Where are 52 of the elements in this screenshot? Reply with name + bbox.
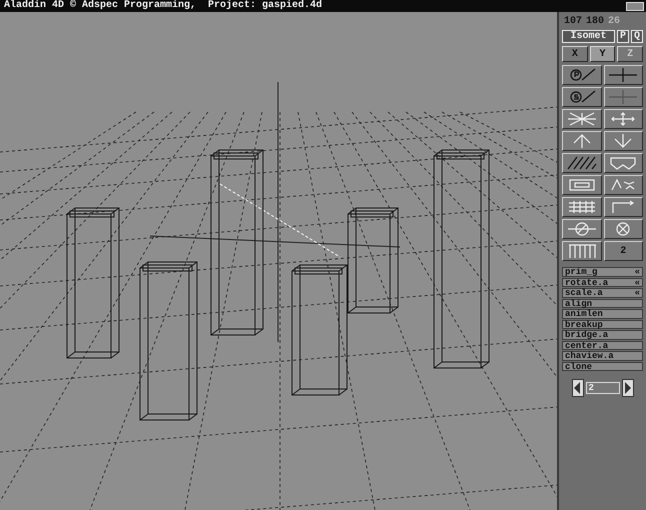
script-item[interactable]: rotate.a « xyxy=(562,278,643,287)
script-item[interactable]: clone xyxy=(562,362,643,371)
depth-gadget[interactable] xyxy=(626,2,644,10)
tool-button[interactable] xyxy=(562,87,602,107)
script-item[interactable]: animlen xyxy=(562,309,643,318)
counter-field[interactable]: 2 xyxy=(586,382,620,394)
view-button[interactable]: P xyxy=(616,30,629,43)
script-item[interactable]: bridge.a xyxy=(562,330,643,340)
previous-button[interactable] xyxy=(572,379,584,397)
tool-button[interactable] xyxy=(604,65,643,85)
goggles-icon xyxy=(608,156,638,170)
tool-button[interactable] xyxy=(562,65,602,85)
script-item[interactable]: align xyxy=(562,298,643,308)
script-item[interactable]: scale.a « xyxy=(562,288,643,298)
script-item[interactable]: prim_g « xyxy=(562,267,643,276)
tool-button[interactable] xyxy=(562,175,602,195)
tool-button[interactable] xyxy=(562,219,602,239)
tool-button[interactable] xyxy=(604,175,643,195)
tool-button[interactable] xyxy=(562,153,602,173)
wheel-icon xyxy=(566,222,597,236)
grid-icon xyxy=(566,200,597,214)
tool-button[interactable]: 2 xyxy=(604,241,643,261)
tool-button[interactable] xyxy=(562,241,602,261)
axis-button[interactable]: Y xyxy=(590,46,616,62)
frame-icon xyxy=(566,178,597,192)
next-button[interactable] xyxy=(622,379,634,397)
vertical-bars-icon xyxy=(566,244,597,258)
view-button[interactable]: Q xyxy=(630,30,643,43)
script-item[interactable]: chaview.a xyxy=(562,351,643,360)
coordinate-readout: 107 xyxy=(564,16,582,27)
left-triangle-icon xyxy=(574,382,581,394)
cross-lines-icon xyxy=(608,90,638,104)
tool-button[interactable] xyxy=(562,197,602,217)
script-item[interactable]: center.a xyxy=(562,340,643,350)
tool-button[interactable] xyxy=(604,109,643,129)
tool-button[interactable] xyxy=(604,87,643,107)
view-button[interactable]: Isomet xyxy=(562,30,615,43)
axis-button[interactable]: X xyxy=(562,46,588,62)
tool-button[interactable] xyxy=(604,197,643,217)
tool-button[interactable] xyxy=(562,109,602,129)
script-item[interactable]: breakup xyxy=(562,320,643,329)
tool-button[interactable] xyxy=(562,131,602,151)
crosshair-icon xyxy=(608,68,638,82)
window-title: Aladdin 4D © Adspec Programming, Project: gaspied.4d xyxy=(4,0,322,12)
hatch-icon xyxy=(566,156,597,170)
coordinate-readout: 26 xyxy=(608,16,620,27)
tool-button[interactable] xyxy=(604,219,643,239)
coordinate-readout: 180 xyxy=(586,16,604,27)
right-triangle-icon xyxy=(624,382,631,394)
tool-button[interactable] xyxy=(604,131,643,151)
tool-button[interactable] xyxy=(604,153,643,173)
starburst-icon xyxy=(566,112,597,126)
